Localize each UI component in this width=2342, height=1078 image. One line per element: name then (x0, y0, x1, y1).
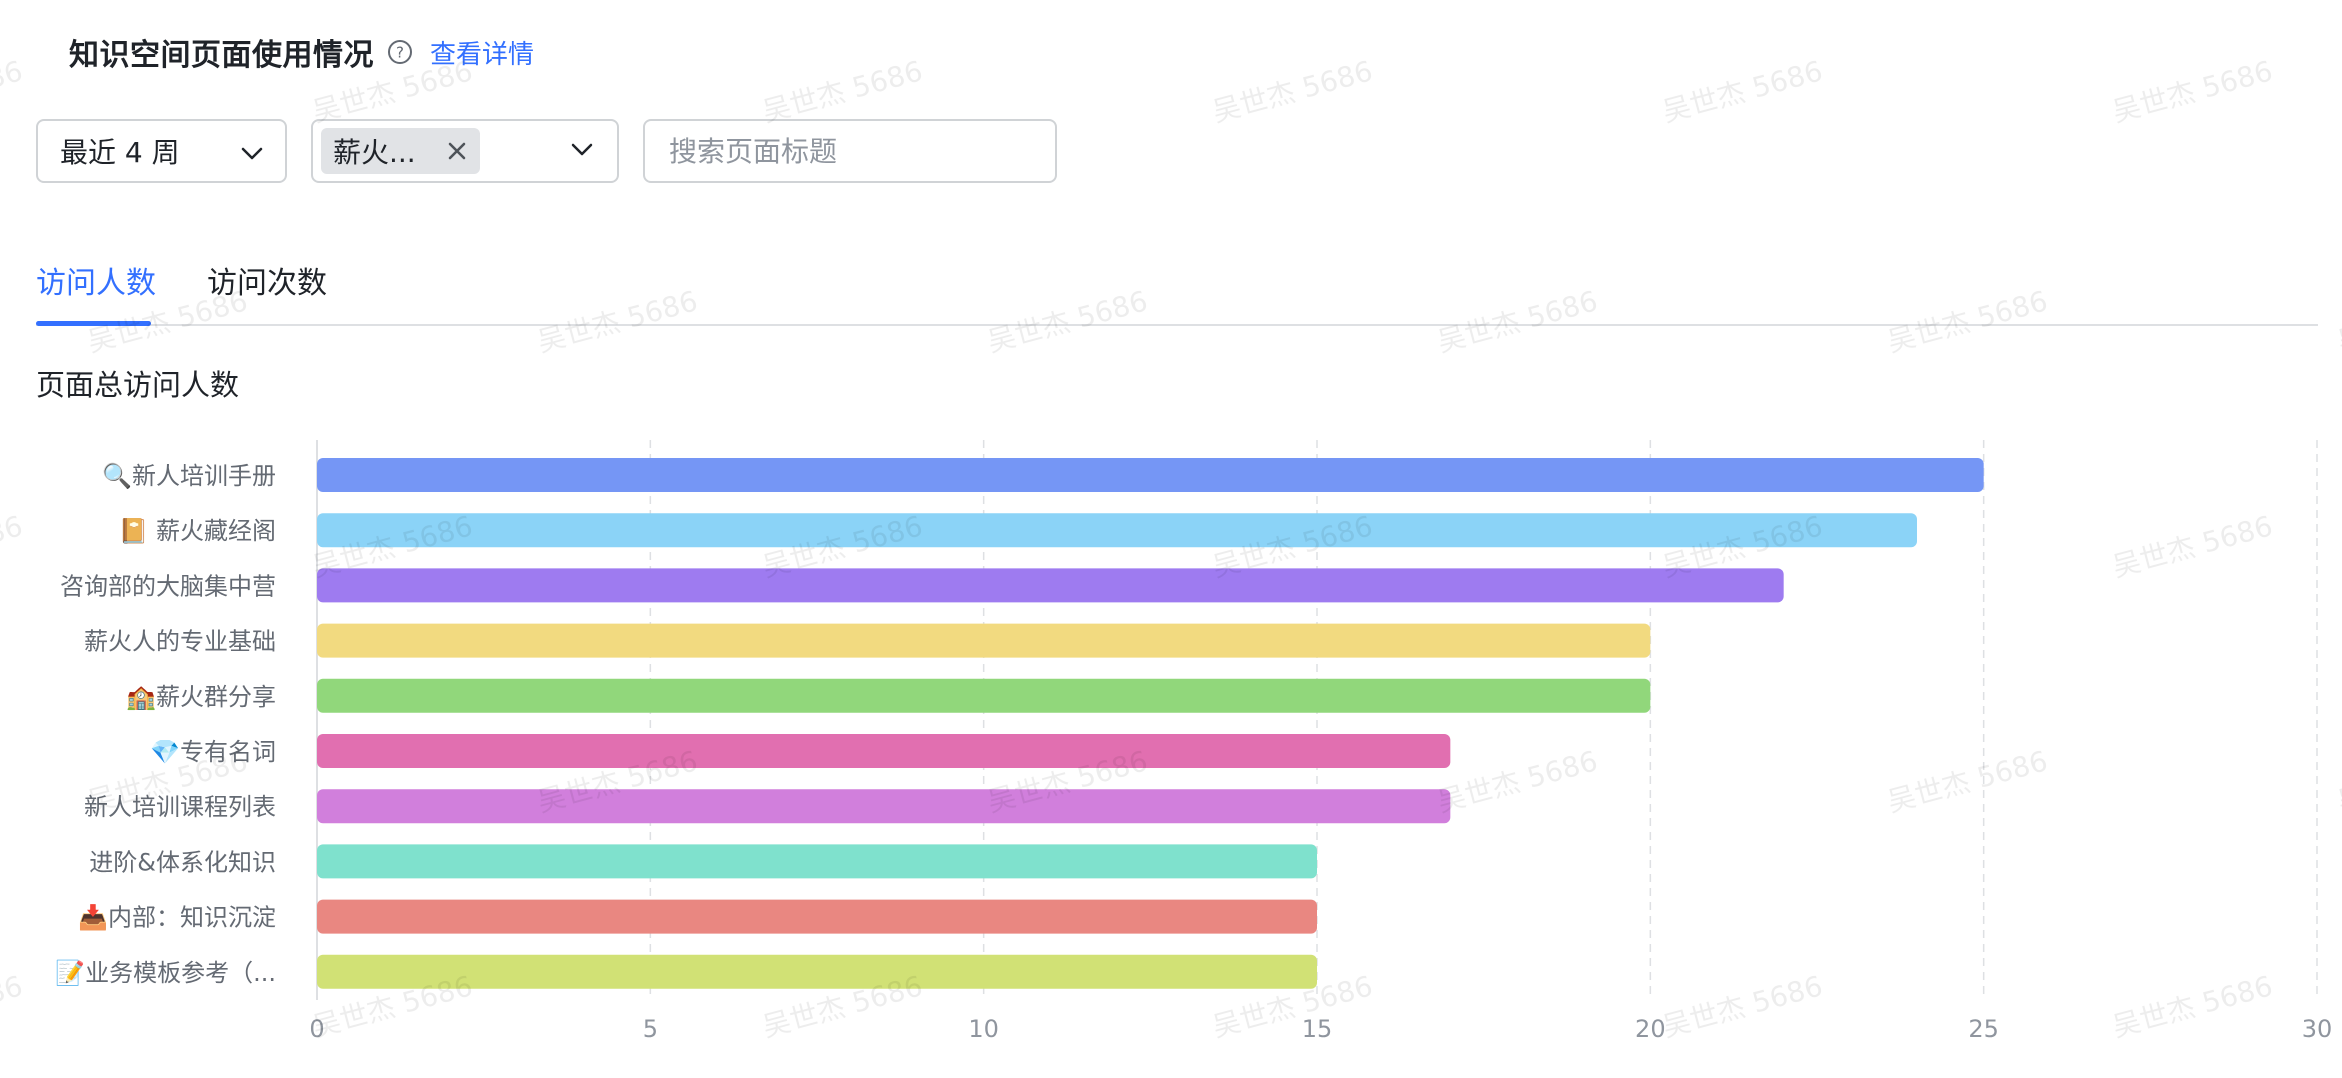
search-input[interactable] (667, 133, 1033, 169)
x-tick-label: 25 (1968, 1015, 1999, 1043)
view-details-link[interactable]: 查看详情 (430, 34, 534, 71)
category-label: 🏫薪火群分享 (126, 683, 276, 711)
bar (317, 458, 1984, 492)
page-title: 知识空间页面使用情况 (69, 38, 374, 73)
x-tick-label: 5 (643, 1015, 658, 1043)
category-label: 新人培训课程列表 (84, 793, 276, 821)
bar (317, 623, 1651, 658)
watermark-text: 吴世杰 5686 (2108, 54, 2277, 129)
space-tag-label: 薪火... (333, 136, 416, 169)
category-label: 💎专有名词 (150, 738, 276, 766)
bar-chart: 0 5 10 15 20 25 30 🔍新人培训手册 📔 薪火藏经阁咨询部的大脑集中营薪火人的专… (55, 440, 2333, 1043)
search-box (643, 119, 1057, 183)
active-tab-indicator (36, 321, 151, 326)
category-label: 📝业务模板参考（... (55, 959, 276, 987)
x-tick-label: 10 (968, 1015, 999, 1043)
filter-bar: 最近 4 周 薪火... (36, 119, 1057, 183)
tab-bar: 访问人数 访问次数 (36, 252, 2318, 326)
watermark-text: 吴世杰 5686 (2333, 284, 2342, 359)
header: 知识空间页面使用情况 ? 查看详情 (69, 30, 534, 74)
bar (317, 734, 1451, 768)
bar (317, 899, 1317, 934)
watermark-text: 吴世杰 5686 (1208, 54, 1377, 129)
x-tick-label: 0 (309, 1015, 324, 1043)
page-root: 知识空间页面使用情况 ? 查看详情 最近 4 周 薪火... 搜索页面标题 访问… (0, 0, 2342, 1078)
category-label: 进阶&体系化知识 (89, 848, 276, 876)
space-select[interactable]: 薪火... (311, 119, 619, 183)
tab-visitors[interactable]: 访问人数 (36, 258, 156, 302)
bar (317, 678, 1651, 713)
x-tick-label: 30 (2302, 1015, 2333, 1043)
category-label: 薪火人的专业基础 (84, 628, 276, 656)
period-select[interactable]: 最近 4 周 (36, 119, 287, 183)
bar (317, 954, 1317, 989)
bar (317, 568, 1784, 603)
tab-visits[interactable]: 访问次数 (207, 258, 327, 302)
bar (317, 844, 1317, 879)
category-label: 🔍新人培训手册 (102, 460, 276, 490)
watermark-text: 吴世杰 5686 (1658, 54, 1827, 129)
x-tick-label: 15 (1302, 1015, 1333, 1043)
bar (317, 513, 1917, 548)
chevron-down-icon (241, 135, 263, 168)
close-icon[interactable] (446, 140, 468, 162)
bar (317, 789, 1451, 824)
category-label: 咨询部的大脑集中营 (60, 572, 276, 600)
space-tag: 薪火... (321, 128, 480, 174)
x-tick-label: 20 (1635, 1015, 1666, 1043)
category-label: 📥内部：知识沉淀 (78, 904, 276, 932)
category-label: 📔 薪火藏经阁 (118, 517, 276, 545)
section-title: 页面总访问人数 (36, 368, 240, 402)
question-circle-icon[interactable]: ? (386, 38, 414, 66)
watermark-text: 吴世杰 5686 (0, 54, 27, 128)
period-select-value: 最近 4 周 (60, 136, 180, 169)
svg-text:?: ? (396, 44, 404, 62)
chevron-down-icon (571, 142, 593, 161)
